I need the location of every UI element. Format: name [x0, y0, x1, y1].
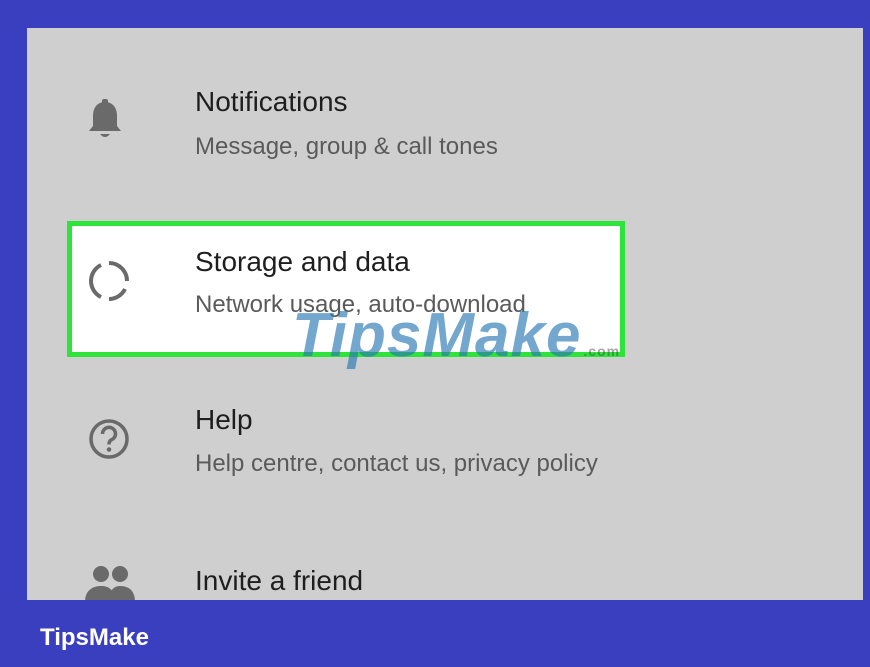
settings-item-title: Invite a friend	[195, 565, 364, 596]
settings-item-title: Storage and data	[195, 246, 410, 277]
settings-item-subtitle: Network usage, auto-download	[195, 291, 526, 318]
help-circle-icon	[85, 415, 133, 463]
settings-item-title: Notifications	[195, 86, 348, 117]
settings-item-subtitle: Help centre, contact us, privacy policy	[195, 450, 598, 477]
highlight-box	[67, 221, 625, 357]
people-icon	[83, 562, 137, 600]
settings-panel: Notifications Message, group & call tone…	[27, 28, 863, 600]
footer-brand-logo: TipsMake	[40, 624, 149, 651]
storage-data-icon	[85, 257, 133, 305]
bell-icon	[85, 98, 133, 146]
settings-item-title: Help	[195, 404, 253, 435]
settings-item-subtitle: Message, group & call tones	[195, 133, 498, 160]
